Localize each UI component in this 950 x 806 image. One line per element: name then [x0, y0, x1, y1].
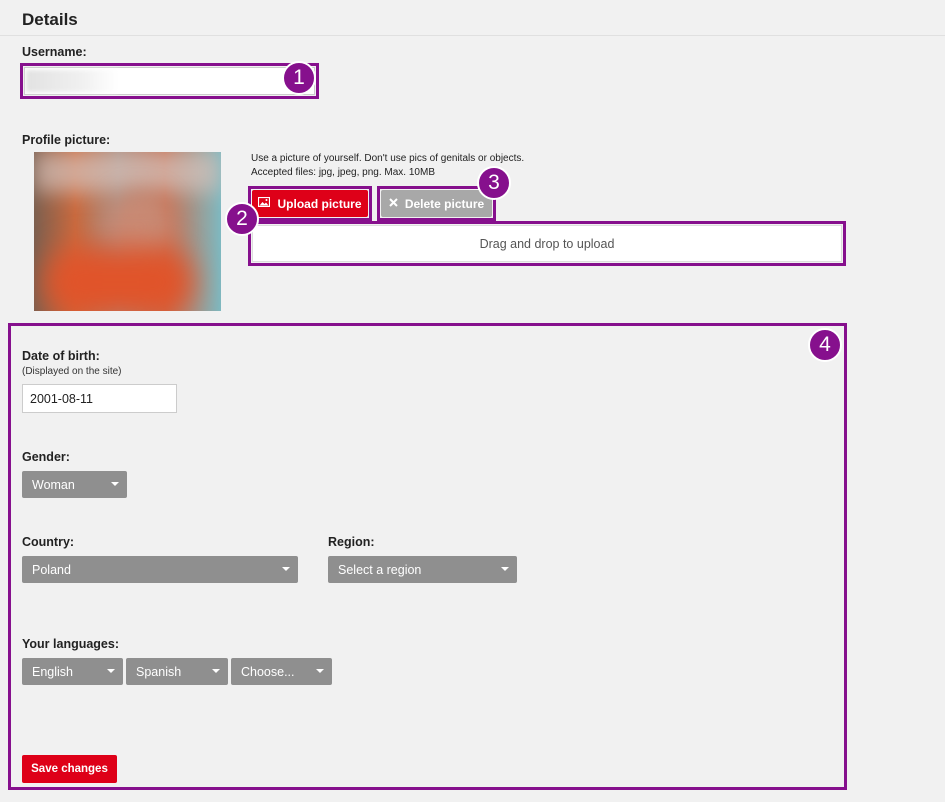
- annotation-box-4: [8, 323, 847, 790]
- annotation-badge-4: 4: [808, 328, 842, 362]
- picture-hint: Use a picture of yourself. Don't use pic…: [251, 153, 525, 164]
- username-label: Username:: [22, 45, 87, 59]
- page-title: Details: [22, 10, 78, 29]
- annotation-box-2: [248, 186, 372, 221]
- profile-picture: [34, 152, 221, 311]
- annotation-badge-3: 3: [477, 166, 511, 200]
- annotation-badge-1: 1: [282, 61, 316, 95]
- annotation-badge-2: 2: [225, 202, 259, 236]
- annotation-box-dropzone: [248, 221, 846, 266]
- accepted-files-hint: Accepted files: jpg, jpeg, png. Max. 10M…: [251, 167, 435, 178]
- title-divider: [0, 35, 945, 36]
- profile-picture-label: Profile picture:: [22, 133, 111, 147]
- annotation-box-1: [20, 63, 319, 99]
